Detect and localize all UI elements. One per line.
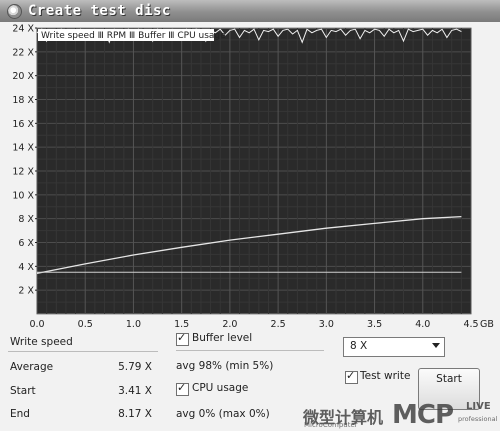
x-tick-label: 1.5 xyxy=(174,319,189,330)
end-value: 8.17 X xyxy=(118,408,152,420)
create-test-disc-window: Create test disc 2 X 4 X 6 X 8 X 10 X 12 X 14 … xyxy=(0,0,500,431)
disc-icon xyxy=(7,4,22,19)
x-tick-label: 1.0 xyxy=(126,319,141,330)
y-tick-label: 14 X xyxy=(12,143,34,154)
y-tick-label: 8 X xyxy=(18,214,34,225)
start-label: Start xyxy=(10,385,36,397)
x-tick-label: 0.0 xyxy=(29,319,44,330)
watermark-live: LIVE xyxy=(466,401,491,412)
x-tick-label: 4.5 xyxy=(463,319,478,330)
buffer-level-label: Buffer level xyxy=(192,332,253,344)
y-tick-label: 20 X xyxy=(12,71,34,82)
window-title: Create test disc xyxy=(28,3,171,19)
end-label: End xyxy=(10,408,30,420)
watermark-logo: MCP xyxy=(392,400,454,430)
x-tick-label: 4.0 xyxy=(415,319,430,330)
test-write-label: Test write xyxy=(360,370,411,382)
start-button-label: Start xyxy=(436,373,462,385)
title-bar: Create test disc xyxy=(0,0,500,23)
buffer-stats: avg 98% (min 5%) xyxy=(176,360,274,372)
start-value: 3.41 X xyxy=(118,385,152,397)
y-tick-label: 2 X xyxy=(18,286,34,297)
write-speed-chart: 2 X 4 X 6 X 8 X 10 X 12 X 14 X 16 X 18 X 20 X 22 X… xyxy=(0,22,500,330)
y-tick-label: 10 X xyxy=(12,190,34,201)
watermark-prof: professional xyxy=(458,415,498,423)
average-label: Average xyxy=(10,361,54,373)
write-speed-select[interactable]: 8 X xyxy=(343,337,445,357)
write-speed-heading: Write speed xyxy=(10,336,73,348)
x-tick-label: 3.0 xyxy=(319,319,334,330)
x-tick-label: 3.5 xyxy=(367,319,382,330)
y-tick-label: 22 X xyxy=(12,47,34,58)
write-speed-select-value: 8 X xyxy=(350,340,368,352)
watermark-en: MicroComputer xyxy=(304,421,358,429)
divider xyxy=(176,350,324,351)
chart-legend: Write speed Ⅲ RPM Ⅲ Buffer Ⅲ CPU usage xyxy=(41,31,226,41)
y-tick-label: 4 X xyxy=(18,262,34,273)
y-tick-label: 6 X xyxy=(18,238,34,249)
buffer-level-checkbox[interactable] xyxy=(176,331,189,346)
x-tick-label: 0.5 xyxy=(78,319,93,330)
divider xyxy=(8,351,158,352)
y-tick-label: 12 X xyxy=(12,167,34,178)
cpu-usage-label: CPU usage xyxy=(192,382,249,394)
x-tick-label: 2.0 xyxy=(222,319,237,330)
average-value: 5.79 X xyxy=(118,361,152,373)
cpu-stats: avg 0% (max 0%) xyxy=(176,408,270,420)
cpu-usage-checkbox[interactable] xyxy=(176,381,189,396)
chevron-down-icon xyxy=(432,343,440,348)
y-tick-label: 24 X xyxy=(12,24,34,35)
test-write-checkbox[interactable] xyxy=(345,369,358,384)
y-tick-label: 16 X xyxy=(12,119,34,130)
x-tick-label: 2.5 xyxy=(271,319,286,330)
x-axis-unit: GB xyxy=(480,319,494,330)
y-tick-label: 18 X xyxy=(12,95,34,106)
